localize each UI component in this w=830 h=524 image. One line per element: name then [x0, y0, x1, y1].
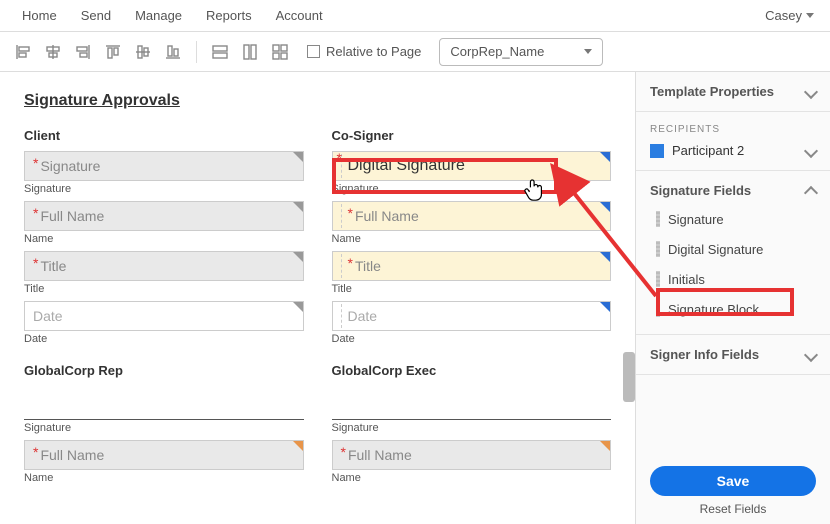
nav-send[interactable]: Send	[69, 2, 123, 29]
page-title: Signature Approvals	[24, 92, 611, 110]
align-bottom-icon[interactable]	[160, 39, 186, 65]
nav-reports[interactable]: Reports	[194, 2, 264, 29]
rep-signature-line	[24, 398, 304, 420]
match-both-icon[interactable]	[267, 39, 293, 65]
relative-to-page-toggle[interactable]: Relative to Page	[307, 44, 421, 59]
chevron-down-icon	[584, 49, 592, 54]
drag-handle-icon	[656, 241, 660, 257]
toolbar-divider	[196, 41, 197, 63]
cosigner-title-field[interactable]: *Title	[332, 251, 612, 281]
align-left-icon[interactable]	[10, 39, 36, 65]
nav-manage[interactable]: Manage	[123, 2, 194, 29]
nav-account[interactable]: Account	[264, 2, 335, 29]
top-nav: Home Send Manage Reports Account Casey	[0, 0, 830, 32]
cosigner-date-field[interactable]: Date	[332, 301, 612, 331]
canvas-scrollbar[interactable]	[623, 352, 635, 402]
chevron-down-icon	[804, 143, 818, 157]
document-canvas[interactable]: Signature Approvals Client *SignatureSig…	[0, 72, 635, 524]
drag-handle-icon	[656, 271, 660, 287]
checkbox-empty-icon	[307, 45, 320, 58]
signer-info-fields-head[interactable]: Signer Info Fields	[650, 347, 816, 362]
cosigner-fullname-field[interactable]: *Full Name	[332, 201, 612, 231]
save-button[interactable]: Save	[650, 466, 816, 496]
exec-label: GlobalCorp Exec	[332, 363, 612, 378]
field-signature[interactable]: Signature	[650, 204, 816, 234]
drag-handle-icon	[656, 301, 660, 317]
match-width-icon[interactable]	[207, 39, 233, 65]
align-top-icon[interactable]	[100, 39, 126, 65]
properties-sidebar: Template Properties RECIPIENTS Participa…	[635, 72, 830, 524]
select-value: CorpRep_Name	[450, 44, 544, 59]
relative-label: Relative to Page	[326, 44, 421, 59]
field-initials[interactable]: Initials	[650, 264, 816, 294]
exec-fullname-field[interactable]: *Full Name	[332, 440, 612, 470]
client-fullname-field[interactable]: *Full Name	[24, 201, 304, 231]
drag-handle-icon	[656, 211, 660, 227]
alignment-toolbar: Relative to Page CorpRep_Name	[0, 32, 830, 72]
signature-fields-head[interactable]: Signature Fields	[650, 183, 816, 198]
chevron-down-icon	[804, 84, 818, 98]
match-height-icon[interactable]	[237, 39, 263, 65]
client-title-field[interactable]: *Title	[24, 251, 304, 281]
align-middle-v-icon[interactable]	[130, 39, 156, 65]
client-signature-field[interactable]: *Signature	[24, 151, 304, 181]
caret-down-icon	[806, 13, 814, 18]
align-center-h-icon[interactable]	[40, 39, 66, 65]
cosigner-section: Co-Signer *Digital SignatureSignature *F…	[332, 128, 612, 490]
reset-fields-link[interactable]: Reset Fields	[636, 502, 830, 524]
field-digital-signature[interactable]: Digital Signature	[650, 234, 816, 264]
cosigner-signature-field[interactable]: *Digital Signature	[332, 151, 612, 181]
participant-select[interactable]: Participant 2	[650, 143, 816, 158]
rep-label: GlobalCorp Rep	[24, 363, 304, 378]
cosigner-label: Co-Signer	[332, 128, 612, 143]
exec-signature-line	[332, 398, 612, 420]
client-date-field[interactable]: Date	[24, 301, 304, 331]
client-label: Client	[24, 128, 304, 143]
participant-color-swatch	[650, 144, 664, 158]
nav-home[interactable]: Home	[10, 2, 69, 29]
client-section: Client *SignatureSignature *Full NameNam…	[24, 128, 304, 490]
field-name-select[interactable]: CorpRep_Name	[439, 38, 603, 66]
chevron-down-icon	[804, 347, 818, 361]
field-signature-block[interactable]: Signature Block	[650, 294, 816, 324]
rep-fullname-field[interactable]: *Full Name	[24, 440, 304, 470]
recipients-label: RECIPIENTS	[650, 124, 816, 135]
user-name: Casey	[765, 8, 802, 23]
signature-fields-list: Signature Digital Signature Initials Sig…	[650, 198, 816, 330]
template-properties-head[interactable]: Template Properties	[650, 84, 816, 99]
user-menu[interactable]: Casey	[765, 8, 820, 23]
align-right-icon[interactable]	[70, 39, 96, 65]
